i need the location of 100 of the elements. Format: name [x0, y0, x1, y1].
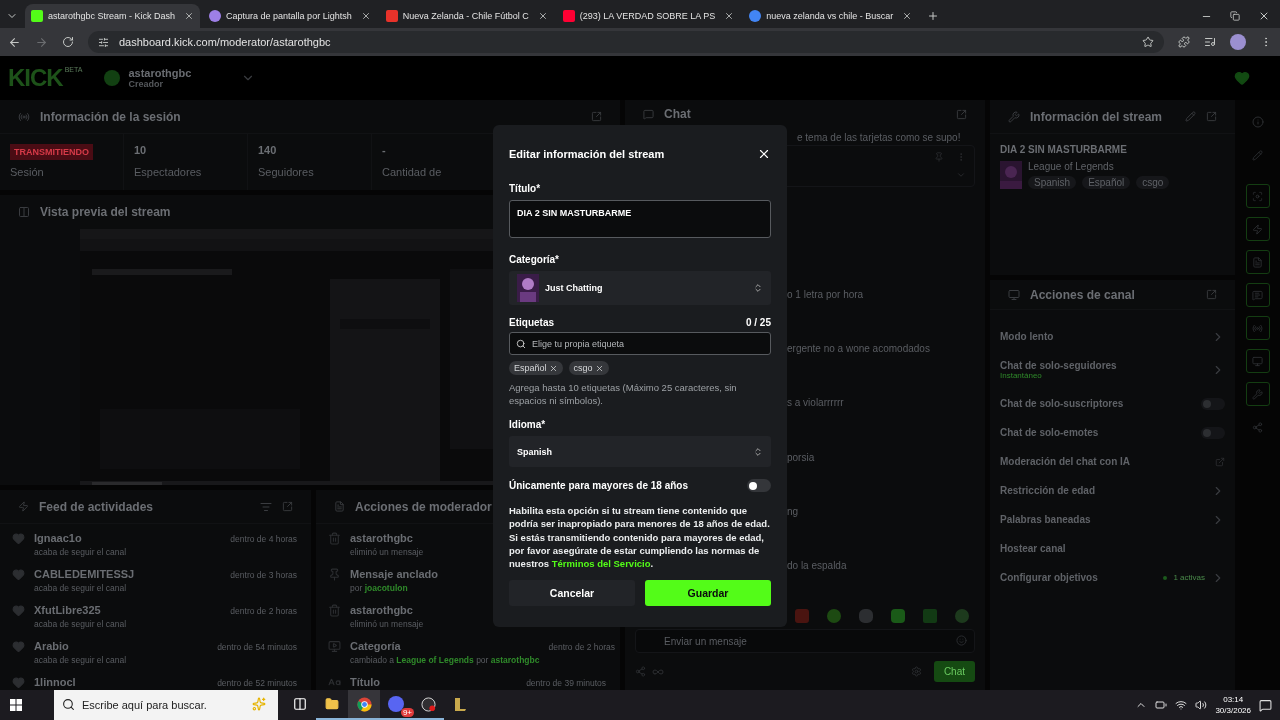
- forward-icon[interactable]: [35, 35, 48, 49]
- sparkle-icon: [252, 697, 266, 711]
- terms-link[interactable]: Términos del Servicio: [551, 558, 651, 570]
- status-dot: [1163, 575, 1168, 580]
- emote-icon[interactable]: [891, 609, 905, 623]
- restore-icon[interactable]: [1230, 10, 1240, 22]
- tag-search-field[interactable]: Elige tu propia etiqueta: [509, 332, 771, 355]
- send-chat-button[interactable]: Chat: [933, 661, 975, 682]
- broadcast-icon[interactable]: [1245, 316, 1270, 340]
- document-icon[interactable]: [1245, 250, 1270, 274]
- action-detail: cambiado a League of Legends por astarothgbc: [350, 655, 540, 665]
- browser-tab[interactable]: (293) LA VERDAD SOBRE LA PS: [556, 4, 741, 28]
- activity-time: dentro de 52 minutos: [217, 678, 297, 688]
- display-icon[interactable]: [1245, 349, 1270, 373]
- panel-title: Vista previa del stream: [40, 205, 171, 219]
- follower-name: 1linnocl: [34, 676, 76, 688]
- follower-name: Arabio: [34, 640, 69, 652]
- browser-app-icon[interactable]: [348, 690, 380, 720]
- browser-tab[interactable]: Captura de pantalla por Lightsh: [203, 4, 377, 28]
- bolt-icon: [18, 501, 29, 512]
- battery-icon[interactable]: [1155, 699, 1168, 711]
- username: astarothgbc: [128, 67, 192, 79]
- popout-icon[interactable]: [1206, 111, 1217, 122]
- emote-icon[interactable]: [955, 609, 969, 623]
- close-icon[interactable]: [757, 147, 771, 161]
- action-title: astarothgbc: [350, 604, 413, 616]
- save-button[interactable]: Guardar: [645, 580, 771, 607]
- nodes-icon[interactable]: [635, 666, 646, 677]
- activity-text: acaba de seguir el canal: [34, 547, 127, 557]
- tags-hint: Agrega hasta 10 etiquetas (Máximo 25 caracteres, sin espacios ni símbolos).: [509, 381, 738, 407]
- back-icon[interactable]: [8, 35, 21, 49]
- toggle-switch[interactable]: [1201, 397, 1225, 410]
- close-icon[interactable]: [360, 11, 371, 21]
- emoji-icon[interactable]: [956, 635, 967, 646]
- panel-title: Acciones de moderador: [355, 499, 492, 514]
- chat-icon[interactable]: [1245, 283, 1270, 307]
- stat-label: Seguidores: [258, 166, 314, 178]
- focus-icon[interactable]: [1245, 184, 1270, 208]
- reload-icon[interactable]: [62, 36, 74, 48]
- site-settings-icon[interactable]: [98, 36, 109, 48]
- chat-message: ergente no a wone acomodados: [787, 343, 930, 354]
- windows-logo-icon[interactable]: [10, 699, 22, 711]
- close-icon[interactable]: [537, 11, 548, 21]
- browser-tab[interactable]: Nueva Zelanda - Chile Fútbol C: [379, 4, 554, 28]
- panel-title: Acciones de canal: [1030, 287, 1135, 302]
- close-icon[interactable]: [1258, 10, 1270, 22]
- action-time: dentro de 39 minutos: [526, 678, 606, 688]
- video-icon: [328, 640, 341, 653]
- popout-icon[interactable]: [956, 108, 967, 120]
- wifi-icon[interactable]: [1175, 699, 1188, 711]
- popout-icon[interactable]: [591, 111, 602, 122]
- heart-icon: [12, 640, 25, 653]
- toggle-switch[interactable]: [747, 479, 771, 492]
- edit-icon[interactable]: [1185, 111, 1196, 122]
- language-select[interactable]: Spanish: [509, 436, 771, 467]
- message-field[interactable]: Enviar un mensaje: [635, 629, 975, 653]
- emote-icon[interactable]: [827, 609, 841, 623]
- toggle-switch[interactable]: [1201, 426, 1225, 439]
- star-icon[interactable]: [1142, 36, 1154, 48]
- title-field[interactable]: DIA 2 SIN MASTURBARME: [509, 200, 771, 238]
- browser-tab[interactable]: nueva zelanda vs chile - Buscar: [743, 4, 919, 28]
- close-icon[interactable]: [724, 11, 735, 21]
- stat-label: Cantidad de: [382, 166, 442, 178]
- media-icon[interactable]: [1204, 36, 1216, 48]
- tag-chip[interactable]: csgo: [568, 361, 609, 375]
- clock-time[interactable]: 03:14: [1223, 694, 1244, 705]
- popout-icon[interactable]: [282, 501, 293, 512]
- action-title: Categoría: [350, 640, 401, 652]
- heart-icon: [12, 532, 25, 545]
- channel-action[interactable]: Configurar objetivos 1 activas: [1000, 563, 1225, 592]
- notifications-icon[interactable]: [1259, 698, 1272, 712]
- browser-tab[interactable]: astarothgbc Stream - Kick Dash: [25, 4, 201, 28]
- action-status: Instantáneo: [1000, 371, 1043, 380]
- popout-icon[interactable]: [1206, 289, 1217, 300]
- status-icon[interactable]: [1234, 70, 1250, 86]
- chat-message: ng: [787, 505, 799, 517]
- volume-icon[interactable]: [1195, 699, 1208, 711]
- user-role: Creador: [128, 79, 163, 89]
- bolt-icon[interactable]: [1245, 217, 1270, 241]
- clock-date[interactable]: 30/3/2026: [1215, 705, 1251, 716]
- extensions-icon[interactable]: [1178, 36, 1190, 48]
- wrench-icon[interactable]: [1245, 382, 1270, 406]
- preview-icon: [18, 206, 30, 218]
- emote-icon[interactable]: [859, 609, 873, 623]
- settings-icon[interactable]: [910, 666, 922, 677]
- stat-label: Espectadores: [134, 166, 202, 178]
- close-icon[interactable]: [902, 11, 913, 21]
- remove-icon[interactable]: [548, 363, 558, 373]
- goal-count: 1 activas: [1173, 573, 1205, 582]
- remove-icon[interactable]: [594, 363, 604, 373]
- stat-value: 10: [134, 144, 148, 156]
- taskbar-search-field[interactable]: Escribe aquí para buscar.: [54, 690, 278, 720]
- new-tab-icon[interactable]: [927, 10, 940, 22]
- category-select[interactable]: Just Chatting: [509, 271, 771, 305]
- profile-avatar[interactable]: [1230, 34, 1246, 50]
- filter-icon[interactable]: [260, 500, 272, 513]
- mature-description: Habilita esta opción si tu stream tiene contenido que podría ser inapropiado para menores de 18 años de edad. Si estás transmitiendo contenido para mayores de edad, por favor asegúrate de estar cumpliendo las normas de nuestros Términos del Servicio.: [509, 504, 771, 571]
- follower-name: XfutLibre325: [34, 604, 101, 616]
- cancel-button[interactable]: Cancelar: [509, 580, 635, 607]
- channel-action[interactable]: Chat de solo-seguidores Instantáneo: [1000, 351, 1225, 389]
